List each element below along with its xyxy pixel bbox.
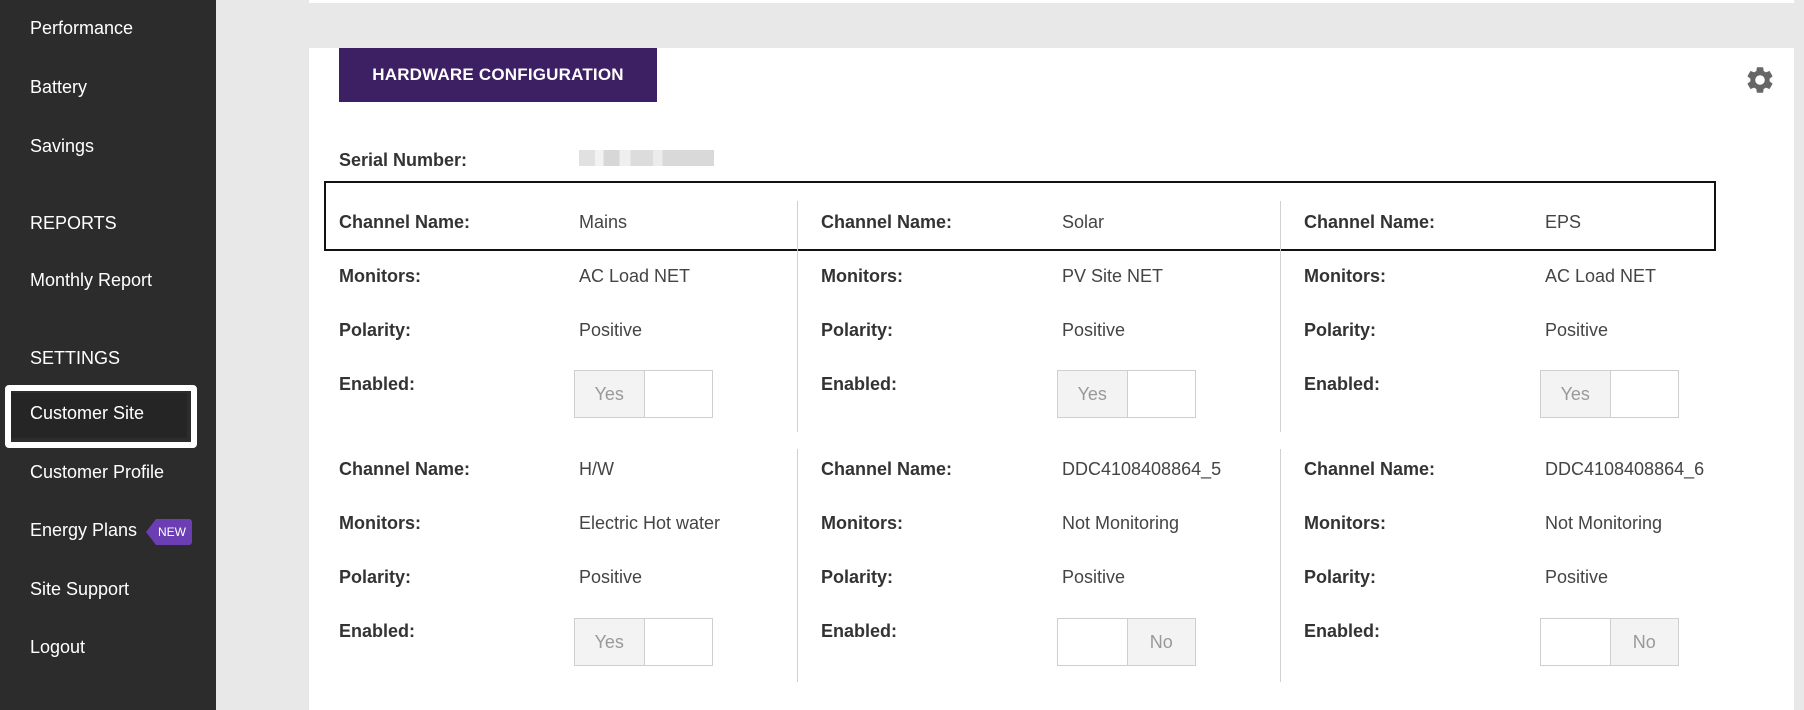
monitors-value: PV Site NET [1062,266,1164,286]
polarity-label: Polarity: [339,320,412,340]
channel-name-label: Channel Name: [1304,212,1436,232]
previous-card-edge [309,0,1794,3]
channel-name-value: DDC4108408864_6 [1545,459,1705,479]
enabled-label: Enabled: [339,374,416,394]
channel-name-label: Channel Name: [339,212,471,232]
monitors-value: AC Load NET [1545,266,1657,286]
sidebar-item-site-support[interactable]: Site Support [30,579,129,600]
enabled-toggle[interactable]: Yes [574,370,713,418]
polarity-value: Positive [1545,567,1609,587]
polarity-value: Positive [579,320,643,340]
enabled-toggle[interactable]: No [1540,618,1679,666]
enabled-toggle[interactable]: No [1057,618,1196,666]
channel-name-value: Solar [1062,212,1105,232]
monitors-label: Monitors: [1304,266,1386,286]
monitors-label: Monitors: [821,513,903,533]
sidebar-item-logout[interactable]: Logout [30,637,85,658]
polarity-value: Positive [579,567,643,587]
enabled-label: Enabled: [821,374,898,394]
channel-name-label: Channel Name: [1304,459,1436,479]
gear-icon[interactable] [1744,64,1776,96]
polarity-label: Polarity: [821,320,894,340]
polarity-value: Positive [1545,320,1609,340]
new-badge: NEW [146,519,192,545]
channel-name-label: Channel Name: [821,459,953,479]
enabled-toggle[interactable]: Yes [574,618,713,666]
sidebar-item-customer-profile[interactable]: Customer Profile [30,462,164,483]
sidebar: Performance Battery Savings REPORTS Mont… [0,0,216,710]
channel-name-value: EPS [1545,212,1582,232]
polarity-label: Polarity: [1304,320,1377,340]
sidebar-item-monthly-report[interactable]: Monthly Report [30,270,152,291]
sidebar-item-savings[interactable]: Savings [30,136,94,157]
enabled-label: Enabled: [1304,374,1381,394]
polarity-label: Polarity: [1304,567,1377,587]
sidebar-heading-settings: SETTINGS [30,348,121,368]
channel-name-row-highlight [324,181,1716,251]
toggle-yes[interactable]: Yes [1541,371,1610,417]
monitors-label: Monitors: [821,266,903,286]
toggle-yes[interactable]: Yes [1058,371,1127,417]
monitors-value: Electric Hot water [579,513,721,533]
sidebar-item-energy-plans[interactable]: Energy Plans [30,520,137,541]
sidebar-item-performance[interactable]: Performance [30,18,133,39]
toggle-no[interactable]: No [1126,619,1195,665]
enabled-label: Enabled: [821,621,898,641]
toggle-blank[interactable] [643,371,713,417]
serial-number-value-redacted [579,150,714,166]
sidebar-item-battery[interactable]: Battery [30,77,87,98]
enabled-label: Enabled: [1304,621,1381,641]
channel-name-value: DDC4108408864_5 [1062,459,1222,479]
polarity-value: Positive [1062,567,1126,587]
toggle-blank[interactable] [1609,371,1679,417]
channel-name-value: H/W [579,459,614,479]
monitors-value: Not Monitoring [1545,513,1663,533]
sidebar-item-customer-site[interactable]: Customer Site [30,403,144,424]
toggle-yes[interactable]: Yes [575,371,644,417]
enabled-toggle[interactable]: Yes [1057,370,1196,418]
serial-number-label: Serial Number: [339,150,468,170]
sidebar-heading-reports: REPORTS [30,213,117,233]
column-divider [797,449,798,682]
toggle-blank[interactable] [643,619,713,665]
column-divider [1280,449,1281,682]
toggle-yes[interactable]: Yes [575,619,644,665]
monitors-value: AC Load NET [579,266,691,286]
toggle-blank[interactable] [1058,619,1127,665]
polarity-label: Polarity: [339,567,412,587]
hardware-config-header: HARDWARE CONFIGURATION [339,48,657,102]
channel-name-value: Mains [579,212,628,232]
monitors-label: Monitors: [339,513,421,533]
column-divider [1280,201,1281,432]
polarity-label: Polarity: [821,567,894,587]
polarity-value: Positive [1062,320,1126,340]
toggle-blank[interactable] [1126,371,1196,417]
monitors-value: Not Monitoring [1062,513,1180,533]
toggle-no[interactable]: No [1609,619,1678,665]
channel-name-label: Channel Name: [821,212,953,232]
enabled-toggle[interactable]: Yes [1540,370,1679,418]
monitors-label: Monitors: [339,266,421,286]
column-divider [797,201,798,432]
toggle-blank[interactable] [1541,619,1610,665]
enabled-label: Enabled: [339,621,416,641]
channel-name-label: Channel Name: [339,459,471,479]
monitors-label: Monitors: [1304,513,1386,533]
